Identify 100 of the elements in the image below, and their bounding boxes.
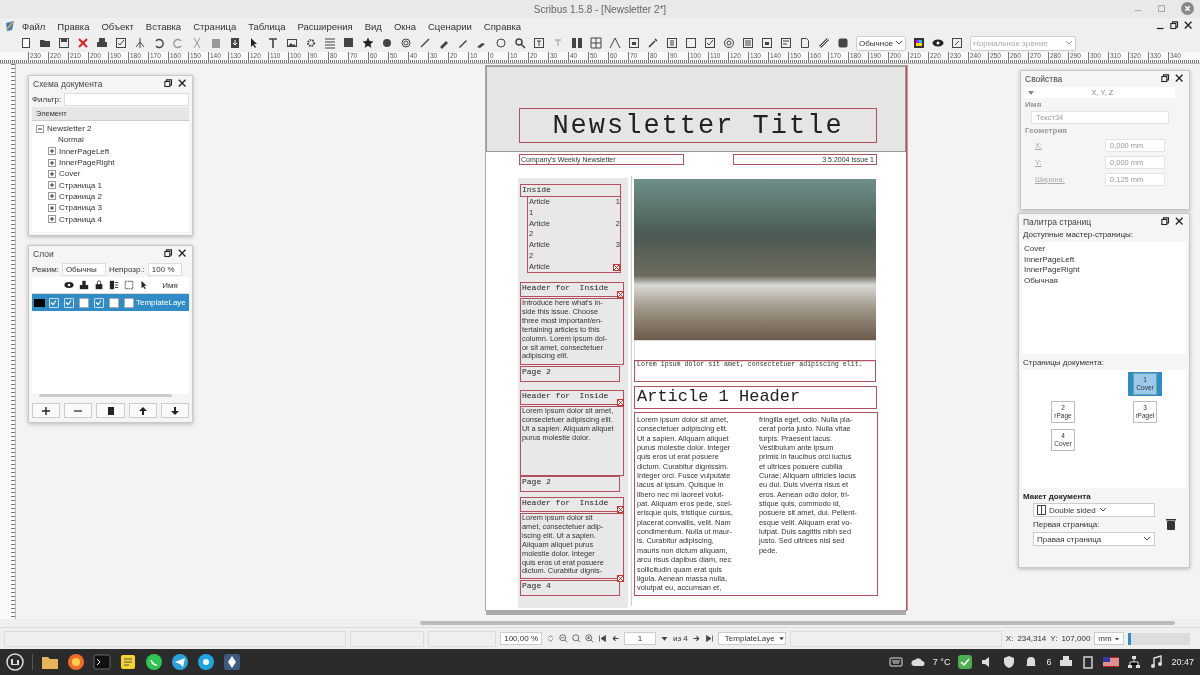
restore-icon[interactable]	[164, 79, 174, 89]
menu-item[interactable]: Вид	[358, 20, 388, 32]
close-icon[interactable]	[1175, 217, 1185, 227]
layer-checkbox[interactable]	[78, 297, 89, 308]
notification-count[interactable]: 6	[1046, 657, 1052, 667]
expand-icon[interactable]	[48, 147, 56, 156]
tree-item[interactable]: Страница 1	[59, 180, 102, 190]
style-select[interactable]: Обычное	[856, 35, 907, 51]
menu-item[interactable]: Страница	[187, 20, 243, 32]
menu-item[interactable]: Справка	[477, 20, 528, 32]
star-button[interactable]	[362, 37, 374, 49]
expand-icon[interactable]	[48, 192, 56, 201]
master-page-item[interactable]: Cover	[1024, 244, 1184, 255]
new-document-button[interactable]	[20, 37, 32, 49]
add-button[interactable]	[32, 403, 61, 418]
unit-select[interactable]: mm	[1094, 632, 1125, 645]
clipboard-icon[interactable]	[1081, 655, 1096, 669]
close-icon[interactable]	[178, 249, 188, 259]
tree-item[interactable]: Normal	[58, 135, 84, 145]
weather-temperature[interactable]: 7 °C	[932, 657, 951, 667]
document-button[interactable]	[799, 37, 811, 49]
network-icon[interactable]	[1127, 655, 1142, 669]
menu-item[interactable]: Расширения	[291, 20, 359, 32]
menu-item[interactable]: Файл	[16, 20, 52, 32]
shield-icon[interactable]	[1002, 655, 1017, 669]
eyedropper-button[interactable]	[647, 37, 659, 49]
close-icon[interactable]	[1184, 21, 1194, 31]
restore-icon[interactable]	[1170, 21, 1180, 31]
tree-item[interactable]: Страница 3	[59, 203, 102, 213]
page-number-field[interactable]: 1	[624, 632, 656, 645]
line-button[interactable]	[419, 37, 431, 49]
link-frames-button[interactable]	[571, 37, 583, 49]
unlink-frames-button[interactable]	[590, 37, 602, 49]
menu-item[interactable]: Вставка	[139, 20, 188, 32]
pdf-tools-button[interactable]	[666, 37, 678, 49]
browser-icon[interactable]	[67, 653, 85, 671]
pencil-button[interactable]	[457, 37, 469, 49]
tree-item[interactable]: Cover	[59, 169, 81, 179]
layer-checkbox[interactable]	[93, 297, 104, 308]
pdf-combo-button[interactable]	[761, 37, 773, 49]
restore-icon[interactable]	[1161, 217, 1171, 227]
menu-item[interactable]: Сценарии	[421, 20, 478, 32]
edit-mode-icon[interactable]	[951, 37, 964, 49]
flag-icon[interactable]	[1103, 655, 1120, 669]
text-frame-button[interactable]	[267, 37, 279, 49]
checkbox-button[interactable]	[115, 37, 127, 49]
duplicate-button[interactable]	[96, 403, 125, 418]
expand-icon[interactable]	[48, 203, 56, 212]
search-button[interactable]	[514, 37, 526, 49]
zoom-in-icon[interactable]	[585, 634, 594, 643]
first-page-select[interactable]: Правая страница	[1033, 532, 1155, 546]
pdf-text-field-button[interactable]	[780, 37, 792, 49]
last-page-icon[interactable]	[704, 634, 714, 643]
remove-button[interactable]	[64, 403, 93, 418]
print-icon[interactable]	[1059, 655, 1074, 669]
text-edit-button[interactable]	[533, 37, 545, 49]
tree-item[interactable]: InnerPageRight	[59, 158, 115, 168]
spinner-icon[interactable]	[546, 634, 555, 643]
filter-field[interactable]	[64, 93, 189, 106]
layer-checkbox[interactable]	[48, 297, 59, 308]
menu-item[interactable]: Таблица	[242, 20, 292, 32]
menu-item[interactable]: Окна	[387, 20, 422, 32]
save-button[interactable]	[58, 37, 70, 49]
menu-item[interactable]: Правка	[51, 20, 96, 32]
restore-icon[interactable]	[164, 249, 174, 259]
eye-icon[interactable]	[932, 37, 945, 49]
next-page-icon[interactable]	[691, 634, 701, 643]
app-logo-icon[interactable]	[4, 20, 16, 32]
mode-select[interactable]: Обычны	[61, 263, 106, 276]
start-menu-icon[interactable]	[6, 653, 24, 671]
undo-button[interactable]	[153, 37, 165, 49]
master-page-item[interactable]: Обычная	[1024, 275, 1184, 286]
layer-checkbox[interactable]	[123, 297, 134, 308]
pointer-button[interactable]	[248, 37, 260, 49]
up-arrow-button[interactable]	[128, 403, 157, 418]
close-icon[interactable]	[178, 79, 188, 89]
tree-item[interactable]: Newsletter 2	[47, 124, 92, 134]
annotation-button[interactable]	[837, 37, 849, 49]
terminal-icon[interactable]	[93, 653, 111, 671]
opacity-field[interactable]: 100 %	[147, 263, 182, 276]
folder-button[interactable]	[39, 37, 51, 49]
master-page-item[interactable]: InnerPageRight	[1024, 265, 1184, 276]
zoom-field[interactable]: 100,00 %	[500, 632, 542, 645]
pdf-push-button-button[interactable]	[685, 37, 697, 49]
menu-item[interactable]: Объект	[95, 20, 140, 32]
restore-icon[interactable]	[1161, 74, 1171, 84]
zoom-out-icon[interactable]	[559, 634, 568, 643]
caret-icon[interactable]	[660, 634, 669, 643]
zoom-reset-icon[interactable]	[572, 634, 581, 643]
master-page-item[interactable]: InnerPageLeft	[1024, 254, 1184, 265]
trash-icon[interactable]	[1165, 518, 1177, 531]
down-arrow-button[interactable]	[160, 403, 189, 418]
clock[interactable]: 20:47	[1171, 657, 1194, 667]
color-palette-icon[interactable]	[913, 37, 926, 49]
expand-icon[interactable]	[48, 181, 56, 190]
expand-icon[interactable]	[48, 169, 56, 178]
pdf-checkbox-button[interactable]	[704, 37, 716, 49]
keyboard-icon[interactable]	[888, 655, 903, 669]
paper-plane-icon[interactable]	[171, 653, 189, 671]
tree-item[interactable]: Страница 2	[59, 191, 102, 201]
